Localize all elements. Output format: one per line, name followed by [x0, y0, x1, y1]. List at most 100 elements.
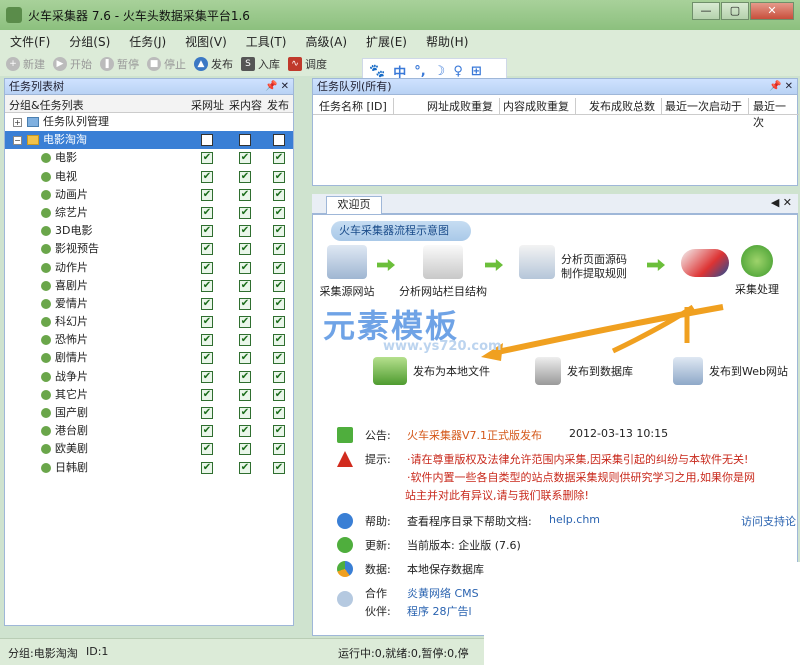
tree-node-task[interactable]: 3D电影 ✔ ✔ ✔ — [5, 222, 293, 240]
tree-node-task[interactable]: 剧情片 ✔ ✔ ✔ — [5, 349, 293, 367]
collect-content-checkbox[interactable]: ✔ — [239, 243, 251, 256]
pause-button[interactable]: ❚ 暂停 — [100, 56, 139, 72]
col-collect-content[interactable]: 采内容 — [229, 97, 262, 113]
collect-content-checkbox[interactable]: ✔ — [239, 461, 251, 474]
tree-node-task[interactable]: 电视 ✔ ✔ ✔ — [5, 168, 293, 186]
pin-icon[interactable]: 📌 ✕ — [769, 79, 793, 94]
partner-link[interactable]: 炎黄网络 CMS — [407, 585, 479, 601]
moon-icon[interactable]: ☽ — [434, 64, 446, 79]
collect-content-checkbox[interactable]: ✔ — [239, 316, 251, 329]
group-collect-url-checkbox[interactable] — [201, 134, 213, 147]
collect-url-checkbox[interactable]: ✔ — [201, 297, 213, 310]
menu-group[interactable]: 分组(S) — [69, 33, 110, 50]
collect-content-checkbox[interactable]: ✔ — [239, 334, 251, 347]
publish-checkbox[interactable]: ✔ — [273, 279, 285, 292]
menu-task[interactable]: 任务(J) — [129, 33, 166, 50]
publish-checkbox[interactable]: ✔ — [273, 352, 285, 365]
publish-checkbox[interactable]: ✔ — [273, 225, 285, 238]
publish-checkbox[interactable]: ✔ — [273, 316, 285, 329]
collect-content-checkbox[interactable]: ✔ — [239, 225, 251, 238]
minimize-button[interactable]: — — [692, 2, 720, 20]
collect-content-checkbox[interactable]: ✔ — [239, 152, 251, 165]
qcol-name[interactable]: 任务名称 [ID] — [319, 98, 394, 114]
menu-help[interactable]: 帮助(H) — [426, 33, 468, 50]
tree-node-task[interactable]: 动作片 ✔ ✔ ✔ — [5, 259, 293, 277]
import-button[interactable]: S 入库 — [241, 56, 280, 72]
group-collect-content-checkbox[interactable] — [239, 134, 251, 147]
qcol-last-start[interactable]: 最近一次启动于 — [665, 98, 749, 114]
publish-checkbox[interactable]: ✔ — [273, 261, 285, 274]
menu-view[interactable]: 视图(V) — [185, 33, 227, 50]
paw-icon[interactable]: 🐾 — [369, 64, 385, 79]
qcol-publish[interactable]: 发布成败总数 — [589, 98, 662, 114]
tree-node-task[interactable]: 恐怖片 ✔ ✔ ✔ — [5, 331, 293, 349]
collect-content-checkbox[interactable]: ✔ — [239, 188, 251, 201]
tree-node-task[interactable]: 科幻片 ✔ ✔ ✔ — [5, 313, 293, 331]
collect-url-checkbox[interactable]: ✔ — [201, 225, 213, 238]
collect-url-checkbox[interactable]: ✔ — [201, 152, 213, 165]
start-button[interactable]: ▶ 开始 — [53, 56, 92, 72]
collect-url-checkbox[interactable]: ✔ — [201, 316, 213, 329]
tree-node-task[interactable]: 电影 ✔ ✔ ✔ — [5, 149, 293, 167]
collect-url-checkbox[interactable]: ✔ — [201, 407, 213, 419]
menu-tools[interactable]: 工具(T) — [246, 33, 287, 50]
tree-node-task[interactable]: 国产剧 ✔ ✔ ✔ — [5, 404, 293, 422]
publish-checkbox[interactable]: ✔ — [273, 188, 285, 201]
collect-content-checkbox[interactable]: ✔ — [239, 407, 251, 419]
tree-node-task[interactable]: 战争片 ✔ ✔ ✔ — [5, 368, 293, 386]
tree-node-task[interactable]: 综艺片 ✔ ✔ ✔ — [5, 204, 293, 222]
tree-node-task[interactable]: 日韩剧 ✔ ✔ ✔ — [5, 459, 293, 477]
collect-url-checkbox[interactable]: ✔ — [201, 370, 213, 383]
expand-icon[interactable]: + — [13, 118, 22, 127]
tree-node-task[interactable]: 欧美剧 ✔ ✔ ✔ — [5, 440, 293, 458]
publish-checkbox[interactable]: ✔ — [273, 297, 285, 310]
collect-url-checkbox[interactable]: ✔ — [201, 334, 213, 347]
collapse-icon[interactable]: − — [13, 136, 22, 146]
publish-checkbox[interactable]: ✔ — [273, 443, 285, 456]
publish-checkbox[interactable]: ✔ — [273, 388, 285, 401]
maximize-button[interactable]: ▢ — [721, 2, 749, 20]
collect-url-checkbox[interactable]: ✔ — [201, 443, 213, 456]
col-task-name[interactable]: 分组&任务列表 — [9, 97, 84, 113]
publish-button[interactable]: ▲ 发布 — [194, 56, 233, 72]
collect-url-checkbox[interactable]: ✔ — [201, 243, 213, 256]
qcol-last[interactable]: 最近一次 — [753, 98, 799, 130]
punctuation-icon[interactable]: °, — [414, 64, 425, 79]
schedule-button[interactable]: ∿ 调度 — [288, 56, 327, 72]
collect-url-checkbox[interactable]: ✔ — [201, 279, 213, 292]
collect-url-checkbox[interactable]: ✔ — [201, 388, 213, 401]
tab-welcome[interactable]: 欢迎页 — [326, 196, 382, 214]
support-forum-link[interactable]: 访问支持论 — [741, 513, 796, 529]
collect-content-checkbox[interactable]: ✔ — [239, 279, 251, 292]
publish-checkbox[interactable]: ✔ — [273, 407, 285, 419]
collect-url-checkbox[interactable]: ✔ — [201, 261, 213, 274]
partner-link[interactable]: 程序 28广告l — [407, 603, 472, 619]
col-collect-url[interactable]: 采网址 — [191, 97, 224, 113]
collect-content-checkbox[interactable]: ✔ — [239, 443, 251, 456]
publish-checkbox[interactable]: ✔ — [273, 206, 285, 219]
menu-advanced[interactable]: 高级(A) — [305, 33, 347, 50]
menu-extend[interactable]: 扩展(E) — [366, 33, 407, 50]
group-publish-checkbox[interactable] — [273, 134, 285, 147]
tree-node-task[interactable]: 港台剧 ✔ ✔ ✔ — [5, 422, 293, 440]
pin-icon[interactable]: 📌 ✕ — [265, 79, 289, 94]
stop-button[interactable]: ■ 停止 — [147, 56, 186, 72]
tree-node-task[interactable]: 动画片 ✔ ✔ ✔ — [5, 186, 293, 204]
publish-checkbox[interactable]: ✔ — [273, 334, 285, 347]
collect-content-checkbox[interactable]: ✔ — [239, 352, 251, 365]
help-file-link[interactable]: help.chm — [549, 513, 600, 526]
tree-node-group[interactable]: − 电影淘淘 — [5, 131, 293, 150]
col-publish[interactable]: 发布 — [267, 97, 289, 113]
qcol-content[interactable]: 内容成败重复 — [503, 98, 576, 114]
collect-content-checkbox[interactable]: ✔ — [239, 370, 251, 383]
qcol-url[interactable]: 网址成败重复 — [427, 98, 500, 114]
publish-checkbox[interactable]: ✔ — [273, 152, 285, 165]
publish-checkbox[interactable]: ✔ — [273, 170, 285, 183]
close-button[interactable]: ✕ — [750, 2, 794, 20]
new-button[interactable]: + 新建 — [6, 56, 45, 72]
collect-content-checkbox[interactable]: ✔ — [239, 261, 251, 274]
collect-url-checkbox[interactable]: ✔ — [201, 425, 213, 438]
collect-url-checkbox[interactable]: ✔ — [201, 352, 213, 365]
tab-controls[interactable]: ◀ ✕ — [771, 196, 792, 209]
grid-icon[interactable]: ⊞ — [471, 64, 482, 79]
